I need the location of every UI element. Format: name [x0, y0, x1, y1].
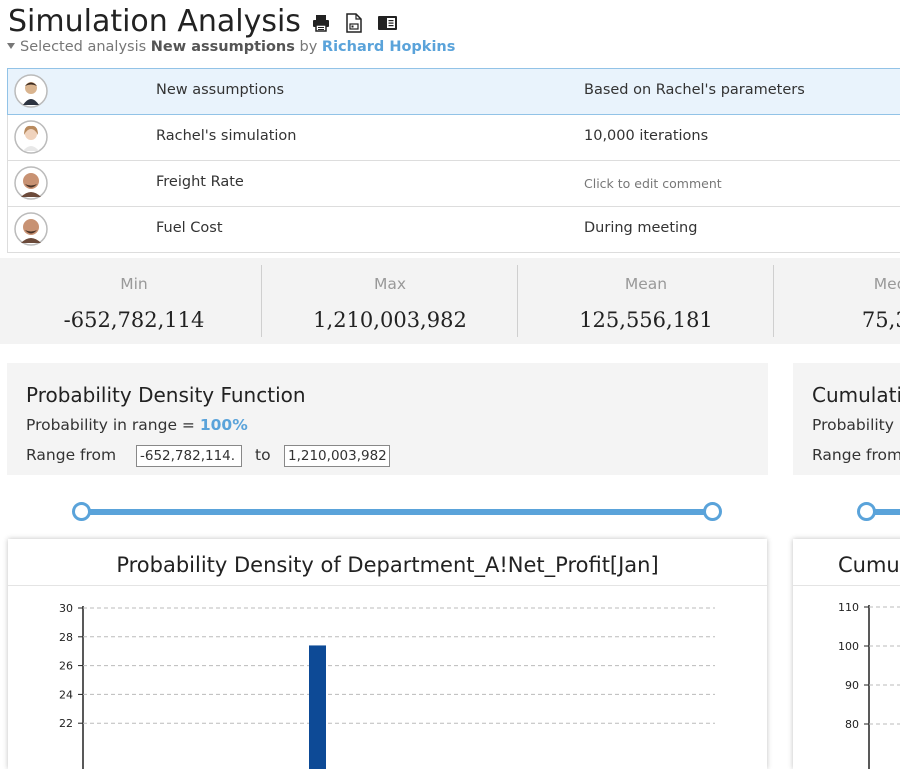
- stat-label: Min: [120, 275, 148, 293]
- list-item[interactable]: Rachel's simulation 10,000 iterations: [8, 115, 900, 161]
- list-item[interactable]: Fuel Cost During meeting: [8, 207, 900, 253]
- pdf-chart-card: Probability Density of Department_A!Net_…: [8, 539, 767, 769]
- page-title: Simulation Analysis: [8, 4, 301, 39]
- stat-label: Max: [373, 275, 407, 293]
- range-from-input[interactable]: [136, 445, 242, 467]
- slider-high-handle[interactable]: [703, 502, 722, 521]
- range-to-input[interactable]: [284, 445, 390, 467]
- stat-min: Min -652,782,114: [6, 258, 262, 344]
- slider-low-handle[interactable]: [857, 502, 876, 521]
- probability-in-range: Probability in range = 100%: [26, 416, 248, 434]
- analysis-comment-placeholder[interactable]: Click to edit comment: [584, 176, 722, 191]
- cdf-probability-label: Probability: [812, 416, 894, 434]
- avatar: [14, 74, 48, 108]
- analysis-comment[interactable]: During meeting: [584, 220, 697, 236]
- slider-low-handle[interactable]: [72, 502, 91, 521]
- y-tick-label: 26: [59, 660, 73, 673]
- selected-analysis-line: Selected analysis New assumptions by Ric…: [7, 39, 455, 55]
- print-icon[interactable]: [311, 13, 331, 33]
- stat-value: -652,782,114: [63, 308, 205, 332]
- slider-track[interactable]: [80, 509, 714, 515]
- statistics-strip: Min -652,782,114 Max 1,210,003,982 Mean …: [0, 258, 900, 344]
- cdf-panel: Cumulative Probability Range from: [793, 363, 900, 475]
- pdf-range-slider[interactable]: [72, 500, 724, 522]
- analysis-name: New assumptions: [156, 82, 285, 98]
- probability-value: 100%: [199, 416, 248, 434]
- bar: [309, 645, 326, 769]
- stat-median: Median 75,385,: [774, 258, 900, 344]
- analysis-comment[interactable]: 10,000 iterations: [584, 128, 708, 144]
- analysis-comment[interactable]: Based on Rachel's parameters: [584, 82, 805, 98]
- y-tick-label: 22: [59, 717, 73, 730]
- pdf-panel: Probability Density Function Probability…: [7, 363, 768, 475]
- cdf-chart: 80 90 100 110: [838, 601, 900, 769]
- y-tick-label: 90: [845, 679, 859, 692]
- cdf-chart-card: Cumu 80 90 100 110: [793, 539, 900, 769]
- cdf-panel-title: Cumulative: [812, 383, 900, 407]
- stat-value: 1,210,003,982: [313, 308, 467, 332]
- stat-value: 75,385,: [861, 308, 900, 332]
- analysis-name: Rachel's simulation: [156, 128, 297, 144]
- analysis-name: Freight Rate: [156, 174, 244, 190]
- y-tick-label: 100: [838, 640, 859, 653]
- cdf-range-slider[interactable]: [857, 500, 900, 522]
- author-link[interactable]: Richard Hopkins: [322, 39, 455, 55]
- avatar: [14, 212, 48, 246]
- y-tick-label: 28: [59, 631, 73, 644]
- stat-label: Mean: [624, 275, 668, 293]
- y-tick-label: 110: [838, 601, 859, 614]
- avatar: [14, 166, 48, 200]
- analysis-list: New assumptions Based on Rachel's parame…: [7, 68, 900, 253]
- selected-analysis-name: New assumptions: [150, 39, 295, 55]
- analysis-name: Fuel Cost: [156, 220, 223, 236]
- export-icon[interactable]: [345, 13, 363, 33]
- y-tick-label: 80: [845, 718, 859, 731]
- caret-down-icon[interactable]: [7, 43, 15, 49]
- stat-max: Max 1,210,003,982: [262, 258, 518, 344]
- list-item[interactable]: New assumptions Based on Rachel's parame…: [7, 68, 900, 115]
- range-from-label: Range from: [26, 446, 117, 464]
- pdf-panel-title: Probability Density Function: [26, 383, 306, 407]
- avatar: [14, 120, 48, 154]
- book-icon[interactable]: [377, 13, 398, 33]
- y-tick-label: 30: [59, 602, 73, 615]
- stat-value: 125,556,181: [579, 308, 713, 332]
- stat-mean: Mean 125,556,181: [518, 258, 774, 344]
- stat-label: Median: [873, 275, 900, 293]
- y-tick-label: 24: [59, 688, 73, 701]
- list-item[interactable]: Freight Rate Click to edit comment: [8, 161, 900, 207]
- range-to-label: to: [255, 446, 271, 464]
- pdf-chart: 22 24 26 28 30: [59, 602, 715, 769]
- cdf-range-label: Range from: [812, 446, 900, 464]
